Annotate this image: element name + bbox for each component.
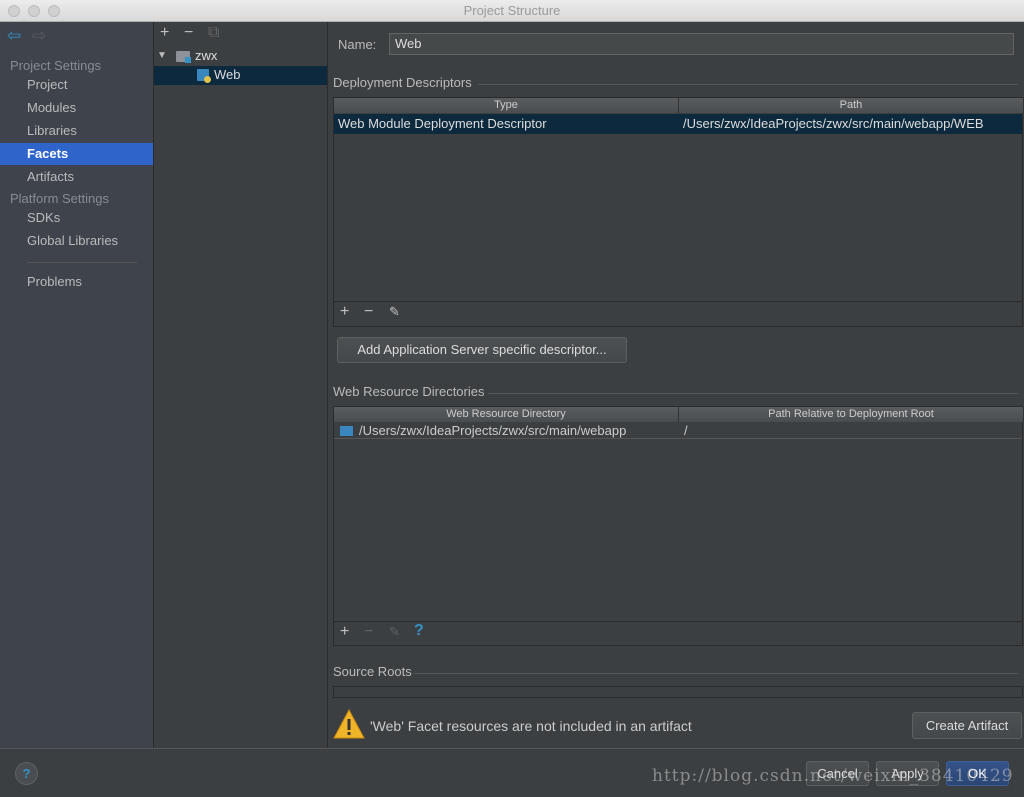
create-artifact-button[interactable]: Create Artifact	[912, 712, 1022, 739]
forward-arrow-icon[interactable]: ⇨	[32, 26, 46, 46]
divider	[334, 301, 1022, 302]
deployment-descriptors-table: Type Path Web Module Deployment Descript…	[333, 97, 1024, 327]
cell-directory: /Users/zwx/IdeaProjects/zwx/src/main/web…	[359, 423, 627, 438]
ok-button[interactable]: OK	[946, 761, 1009, 786]
remove-descriptor-icon[interactable]: −	[364, 303, 373, 321]
divider	[414, 673, 1018, 674]
help-button[interactable]: ?	[15, 762, 38, 785]
apply-button[interactable]: Apply	[876, 761, 939, 786]
cell-type: Web Module Deployment Descriptor	[338, 116, 547, 131]
divider	[478, 84, 1018, 85]
tree-node-web[interactable]: Web	[154, 66, 327, 85]
folder-icon	[340, 426, 353, 436]
copy-icon[interactable]: ⧉	[208, 24, 219, 42]
divider	[334, 621, 1022, 622]
column-header-relative-path[interactable]: Path Relative to Deployment Root	[679, 407, 1024, 422]
name-label: Name:	[338, 37, 377, 52]
sidebar-item-sdks[interactable]: SDKs	[0, 207, 153, 229]
source-roots-list[interactable]	[333, 686, 1023, 698]
project-settings-heading: Project Settings	[10, 58, 102, 73]
tree-node-zwx[interactable]: zwx	[195, 48, 217, 63]
sidebar-item-artifacts[interactable]: Artifacts	[0, 166, 153, 188]
sidebar-item-libraries[interactable]: Libraries	[0, 120, 153, 142]
tree-node-web-label: Web	[214, 67, 241, 82]
help-icon[interactable]: ?	[414, 622, 424, 640]
window-title: Project Structure	[463, 3, 561, 18]
sidebar-item-facets[interactable]: Facets	[0, 143, 153, 165]
column-header-web-resource-directory[interactable]: Web Resource Directory	[334, 407, 679, 422]
add-server-descriptor-button[interactable]: Add Application Server specific descript…	[337, 337, 627, 363]
minimize-window-button[interactable]	[28, 5, 40, 17]
sidebar: ⇦ ⇨ Project Settings Project Modules Lib…	[0, 22, 154, 748]
platform-settings-heading: Platform Settings	[10, 191, 109, 206]
deployment-descriptors-heading: Deployment Descriptors	[333, 75, 472, 90]
cancel-button[interactable]: Cancel	[806, 761, 869, 786]
warning-message: 'Web' Facet resources are not included i…	[370, 718, 692, 734]
column-header-path[interactable]: Path	[679, 98, 1024, 113]
dialog-footer: ? Cancel Apply OK	[0, 748, 1024, 797]
back-arrow-icon[interactable]: ⇦	[7, 26, 21, 46]
cell-path: /Users/zwx/IdeaProjects/zwx/src/main/web…	[683, 116, 984, 131]
divider	[27, 262, 137, 263]
remove-icon[interactable]: −	[184, 24, 193, 42]
web-facet-icon	[197, 69, 211, 83]
expand-arrow-icon[interactable]: ▼	[157, 50, 167, 61]
add-descriptor-icon[interactable]: +	[340, 303, 349, 321]
sidebar-item-modules[interactable]: Modules	[0, 97, 153, 119]
edit-resource-icon[interactable]: ✎	[389, 624, 400, 640]
column-header-type[interactable]: Type	[334, 98, 679, 113]
warning-icon	[333, 709, 365, 739]
remove-resource-icon[interactable]: −	[364, 623, 373, 641]
close-window-button[interactable]	[8, 5, 20, 17]
facet-tree: + − ⧉ ▼ zwx Web	[154, 22, 328, 748]
add-icon[interactable]: +	[160, 24, 169, 42]
sidebar-item-problems[interactable]: Problems	[0, 271, 153, 293]
facet-editor: Name: Web Deployment Descriptors Type Pa…	[328, 22, 1024, 748]
add-resource-icon[interactable]: +	[340, 623, 349, 641]
divider	[488, 393, 1018, 394]
table-row[interactable]: /Users/zwx/IdeaProjects/zwx/src/main/web…	[334, 422, 1022, 439]
sidebar-item-project[interactable]: Project	[0, 74, 153, 96]
zoom-window-button[interactable]	[48, 5, 60, 17]
sidebar-item-global-libraries[interactable]: Global Libraries	[0, 230, 153, 252]
title-bar: Project Structure	[0, 0, 1024, 22]
module-folder-icon	[176, 51, 191, 63]
table-row[interactable]: Web Module Deployment Descriptor /Users/…	[334, 114, 1022, 134]
source-roots-heading: Source Roots	[333, 664, 412, 679]
name-input[interactable]: Web	[389, 33, 1014, 55]
web-resource-directories-table: Web Resource Directory Path Relative to …	[333, 406, 1024, 646]
cell-relative-path: /	[684, 423, 688, 438]
edit-descriptor-icon[interactable]: ✎	[389, 304, 400, 320]
web-resource-directories-heading: Web Resource Directories	[333, 384, 485, 399]
